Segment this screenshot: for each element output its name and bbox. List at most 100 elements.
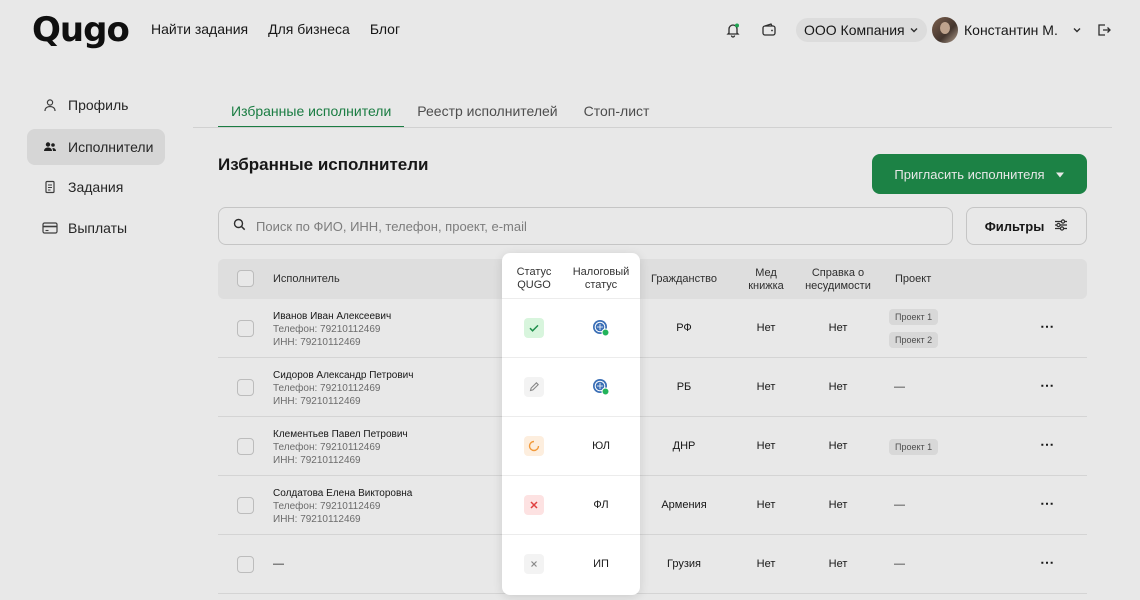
- row-checkbox[interactable]: [237, 320, 254, 337]
- col-executor[interactable]: Исполнитель: [273, 273, 340, 286]
- executor-name: Сидоров Александр Петрович: [273, 370, 414, 381]
- executor-inn: ИНН: 79210112469: [273, 514, 361, 525]
- med-book-value: Нет: [756, 381, 776, 393]
- table-row[interactable]: Сидоров Александр Петрович Телефон: 7921…: [218, 358, 1087, 417]
- col-tax-status[interactable]: Налоговый статус: [568, 266, 634, 292]
- tax-status-value: ЮЛ: [592, 440, 610, 452]
- status-edit-icon: [524, 377, 544, 397]
- select-all-checkbox[interactable]: [237, 270, 254, 287]
- main-nav: Найти задания Для бизнеса Блог: [151, 21, 400, 37]
- executor-info: —: [273, 558, 284, 571]
- project-empty: —: [894, 381, 905, 393]
- table-header: Исполнитель Гражданство Мед книжка Справ…: [218, 259, 1087, 299]
- search-placeholder: Поиск по ФИО, ИНН, телефон, проект, e-ma…: [256, 218, 527, 234]
- sidebar-item-label: Профиль: [68, 97, 129, 113]
- page-title: Избранные исполнители: [218, 155, 429, 174]
- table-row[interactable]: — Грузия Нет Нет — ⋯: [218, 535, 1087, 594]
- tabs-divider: [193, 127, 1112, 128]
- col-med-book-line1: Мед: [755, 267, 777, 279]
- executor-info: Клементьев Павел Петрович Телефон: 79210…: [273, 428, 408, 467]
- citizenship-value: Армения: [661, 499, 707, 511]
- sidebar-item-tasks[interactable]: Задания: [27, 169, 165, 205]
- executor-name: Иванов Иван Алексеевич: [273, 311, 392, 322]
- sidebar-item-executors[interactable]: Исполнители: [27, 129, 165, 165]
- status-rejected-icon: [524, 495, 544, 515]
- wallet-icon[interactable]: [758, 19, 780, 41]
- executor-name: —: [273, 558, 284, 570]
- search-input[interactable]: Поиск по ФИО, ИНН, телефон, проект, e-ma…: [218, 207, 953, 245]
- user-name: Константин М.: [964, 22, 1058, 38]
- logout-icon[interactable]: [1093, 19, 1115, 41]
- tab-favorites[interactable]: Избранные исполнители: [218, 87, 405, 128]
- executor-info: Солдатова Елена Викторовна Телефон: 7921…: [273, 487, 412, 526]
- project-tag[interactable]: Проект 1: [889, 309, 939, 325]
- tab-registry[interactable]: Реестр исполнителей: [404, 87, 570, 128]
- col-criminal-record-line1: Справка о: [811, 267, 865, 279]
- main-card: Избранные исполнители Реестр исполнителе…: [193, 87, 1112, 600]
- status-row: [502, 299, 640, 358]
- tax-status-value: ФЛ: [593, 499, 609, 511]
- sidebar-item-payments[interactable]: Выплаты: [27, 210, 165, 246]
- row-checkbox[interactable]: [237, 497, 254, 514]
- row-checkbox[interactable]: [237, 438, 254, 455]
- criminal-record-value: Нет: [828, 499, 848, 511]
- col-tax-status-line1: Налоговый: [572, 266, 630, 278]
- user-menu[interactable]: Константин М.: [932, 17, 1082, 43]
- table-row[interactable]: Иванов Иван Алексеевич Телефон: 79210112…: [218, 299, 1087, 358]
- med-book-value: Нет: [756, 558, 776, 570]
- med-book-value: Нет: [756, 499, 776, 511]
- med-book-value: Нет: [756, 322, 776, 334]
- col-med-book[interactable]: Мед книжка: [736, 267, 796, 293]
- company-selector[interactable]: ООО Компания: [796, 18, 927, 42]
- highlighted-status-columns: Статус QUGO Налоговый статус ЮЛ ФЛ ИП: [502, 253, 640, 595]
- executor-name: Клементьев Павел Петрович: [273, 429, 408, 440]
- sliders-icon: [1054, 218, 1068, 234]
- executor-phone: Телефон: 79210112469: [273, 324, 381, 335]
- project-tag[interactable]: Проект 1: [889, 439, 939, 455]
- col-status-qugo-line2: QUGO: [517, 279, 551, 291]
- top-header: Qugo Найти задания Для бизнеса Блог ООО …: [0, 0, 1140, 60]
- nav-find-tasks[interactable]: Найти задания: [151, 21, 248, 37]
- tab-stop-list[interactable]: Стоп-лист: [571, 87, 663, 128]
- col-criminal-record[interactable]: Справка о несудимости: [804, 267, 872, 293]
- col-status-qugo-line1: Статус: [516, 266, 552, 278]
- row-more-button[interactable]: ⋯: [1040, 318, 1055, 335]
- nav-blog[interactable]: Блог: [370, 21, 400, 37]
- status-approved-icon: [524, 318, 544, 338]
- row-more-button[interactable]: ⋯: [1040, 495, 1055, 512]
- project-empty: —: [894, 558, 905, 570]
- table-row[interactable]: Солдатова Елена Викторовна Телефон: 7921…: [218, 476, 1087, 535]
- notification-bell-icon[interactable]: [722, 19, 744, 41]
- status-pending-icon: [524, 436, 544, 456]
- row-more-button[interactable]: ⋯: [1040, 377, 1055, 394]
- sidebar-item-profile[interactable]: Профиль: [27, 87, 165, 123]
- executor-inn: ИНН: 79210112469: [273, 396, 361, 407]
- tabs: Избранные исполнители Реестр исполнителе…: [218, 87, 662, 128]
- executor-name: Солдатова Елена Викторовна: [273, 488, 413, 499]
- filters-button[interactable]: Фильтры: [966, 207, 1087, 245]
- caret-down-icon: [1055, 167, 1065, 182]
- status-none-icon: [524, 554, 544, 574]
- project-tag[interactable]: Проект 2: [889, 332, 939, 348]
- col-med-book-line2: книжка: [748, 280, 784, 292]
- sidebar-item-label: Выплаты: [68, 220, 128, 236]
- criminal-record-value: Нет: [828, 322, 848, 334]
- table-row[interactable]: Клементьев Павел Петрович Телефон: 79210…: [218, 417, 1087, 476]
- row-checkbox[interactable]: [237, 379, 254, 396]
- executor-info: Сидоров Александр Петрович Телефон: 7921…: [273, 369, 413, 408]
- company-name: ООО Компания: [804, 22, 905, 38]
- gosuslugi-verified-icon: [592, 378, 610, 396]
- nav-for-business[interactable]: Для бизнеса: [268, 21, 350, 37]
- row-more-button[interactable]: ⋯: [1040, 436, 1055, 453]
- col-status-qugo[interactable]: Статус QUGO: [510, 266, 558, 292]
- logo[interactable]: Qugo: [32, 10, 130, 50]
- invite-executor-button[interactable]: Пригласить исполнителя: [872, 154, 1087, 194]
- executor-phone: Телефон: 79210112469: [273, 501, 381, 512]
- row-more-button[interactable]: ⋯: [1040, 554, 1055, 571]
- row-checkbox[interactable]: [237, 556, 254, 573]
- col-citizenship[interactable]: Гражданство: [636, 273, 732, 286]
- avatar: [932, 17, 958, 43]
- executor-phone: Телефон: 79210112469: [273, 383, 381, 394]
- col-project[interactable]: Проект: [895, 273, 931, 286]
- document-icon: [42, 179, 58, 195]
